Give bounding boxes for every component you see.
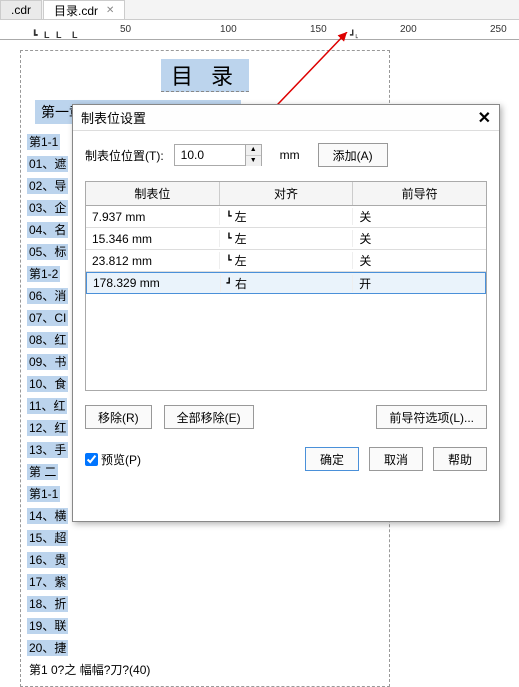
cell-leader[interactable]: 关	[352, 230, 485, 247]
doc-line: 01、遮	[27, 156, 68, 172]
cancel-button[interactable]: 取消	[369, 447, 423, 471]
grid-body: 7.937 mm┗左关15.346 mm┗左关23.812 mm┗左关178.3…	[86, 206, 486, 294]
help-button[interactable]: 帮助	[433, 447, 487, 471]
doc-line: 15、超	[27, 530, 68, 546]
ruler-tick: 200	[400, 24, 417, 35]
cell-pos: 7.937 mm	[86, 210, 219, 224]
cell-pos: 15.346 mm	[86, 232, 219, 246]
add-button[interactable]: 添加(A)	[318, 143, 388, 167]
grid-header: 制表位 对齐 前导符	[86, 182, 486, 206]
align-icon: ┗	[226, 233, 231, 244]
tab-close-icon[interactable]: ✕	[106, 5, 114, 16]
doc-line: 17、紫	[27, 574, 68, 590]
ruler-tick: 150	[310, 24, 327, 35]
doc-line: 19、联	[27, 618, 68, 634]
ruler-tick: 250	[490, 24, 507, 35]
tab-file-2[interactable]: 目录.cdr ✕	[43, 0, 125, 19]
cell-pos: 178.329 mm	[87, 276, 220, 290]
table-row[interactable]: 178.329 mm┛右开	[86, 272, 486, 294]
doc-line: 04、名	[27, 222, 68, 238]
unit-label: mm	[280, 148, 300, 162]
tab-file-1[interactable]: .cdr	[0, 0, 42, 19]
align-icon: ┗	[226, 255, 231, 266]
preview-checkbox[interactable]: 预览(P)	[85, 451, 141, 468]
cell-align[interactable]: ┗左	[219, 208, 352, 225]
cell-pos: 23.812 mm	[86, 254, 219, 268]
doc-line: 第1-1	[27, 134, 60, 150]
tab-marker-right[interactable]: ┛˪	[350, 30, 358, 41]
preview-label: 预览(P)	[101, 451, 141, 468]
tab-marker[interactable]: ┗	[32, 30, 37, 41]
doc-line: 12、红	[27, 420, 68, 436]
ruler-tick: 100	[220, 24, 237, 35]
table-row[interactable]: 7.937 mm┗左关	[86, 206, 486, 228]
doc-line: 11、红	[27, 398, 67, 414]
col-align: 对齐	[220, 182, 354, 205]
doc-line: 02、导	[27, 178, 68, 194]
doc-line: 18、折	[27, 596, 68, 612]
cell-leader[interactable]: 关	[352, 208, 485, 225]
tab-position-input[interactable]	[175, 145, 245, 165]
leader-options-button[interactable]: 前导符选项(L)...	[376, 405, 487, 429]
tab-grid: 制表位 对齐 前导符 7.937 mm┗左关15.346 mm┗左关23.812…	[85, 181, 487, 391]
table-row[interactable]: 15.346 mm┗左关	[86, 228, 486, 250]
ok-button[interactable]: 确定	[305, 447, 359, 471]
spin-down-icon[interactable]: ▼	[246, 156, 261, 166]
doc-line: 09、书	[27, 354, 68, 370]
spin-up-icon[interactable]: ▲	[246, 145, 261, 156]
doc-line: 20、捷	[27, 640, 68, 656]
dialog-titlebar: 制表位设置 ✕	[73, 105, 499, 131]
tab-bar: .cdr 目录.cdr ✕	[0, 0, 519, 20]
doc-line: 第 二	[27, 464, 58, 480]
doc-line: 16、贵	[27, 552, 68, 568]
tab-position-label: 制表位位置(T):	[85, 147, 164, 164]
doc-line: 05、标	[27, 244, 68, 260]
dialog-title: 制表位设置	[81, 108, 146, 127]
doc-line: 08、红	[27, 332, 68, 348]
tab-marker[interactable]: L	[56, 30, 62, 40]
align-icon: ┛	[227, 278, 232, 289]
doc-line: 14、横	[27, 508, 68, 524]
doc-line: 第1-2	[27, 266, 60, 282]
preview-checkbox-input[interactable]	[85, 453, 98, 466]
col-leader: 前导符	[353, 182, 486, 205]
cell-align[interactable]: ┗左	[219, 230, 352, 247]
doc-line: 10、食	[27, 376, 68, 392]
cell-leader[interactable]: 开	[352, 275, 485, 292]
doc-line: 第1-1	[27, 486, 60, 502]
cell-leader[interactable]: 关	[352, 252, 485, 269]
align-icon: ┗	[226, 211, 231, 222]
table-row[interactable]: 23.812 mm┗左关	[86, 250, 486, 272]
cell-align[interactable]: ┛右	[220, 275, 353, 292]
tab-label: .cdr	[11, 3, 31, 17]
horizontal-ruler[interactable]: ┗ L L L 50 100 150 ┛˪ 200 250	[0, 20, 519, 40]
tab-settings-dialog: 制表位设置 ✕ 制表位位置(T): ▲ ▼ mm 添加(A) 制表位 对齐 前导…	[72, 104, 500, 522]
tab-marker[interactable]: L	[44, 30, 50, 40]
tab-marker[interactable]: L	[72, 30, 78, 40]
col-tab: 制表位	[86, 182, 220, 205]
doc-line: 06、消	[27, 288, 68, 304]
doc-line: 13、手	[27, 442, 68, 458]
doc-footer: 第1 0?之 幅幅?刀?(40)	[27, 662, 152, 678]
doc-title: 目 录	[161, 59, 249, 92]
ruler-tick: 50	[120, 24, 131, 35]
cell-align[interactable]: ┗左	[219, 252, 352, 269]
remove-all-button[interactable]: 全部移除(E)	[164, 405, 254, 429]
tab-position-stepper[interactable]: ▲ ▼	[174, 144, 262, 166]
remove-button[interactable]: 移除(R)	[85, 405, 152, 429]
doc-line: 07、CI	[27, 310, 68, 326]
doc-line: 03、企	[27, 200, 68, 216]
close-icon[interactable]: ✕	[478, 108, 491, 128]
tab-label: 目录.cdr	[54, 2, 98, 19]
